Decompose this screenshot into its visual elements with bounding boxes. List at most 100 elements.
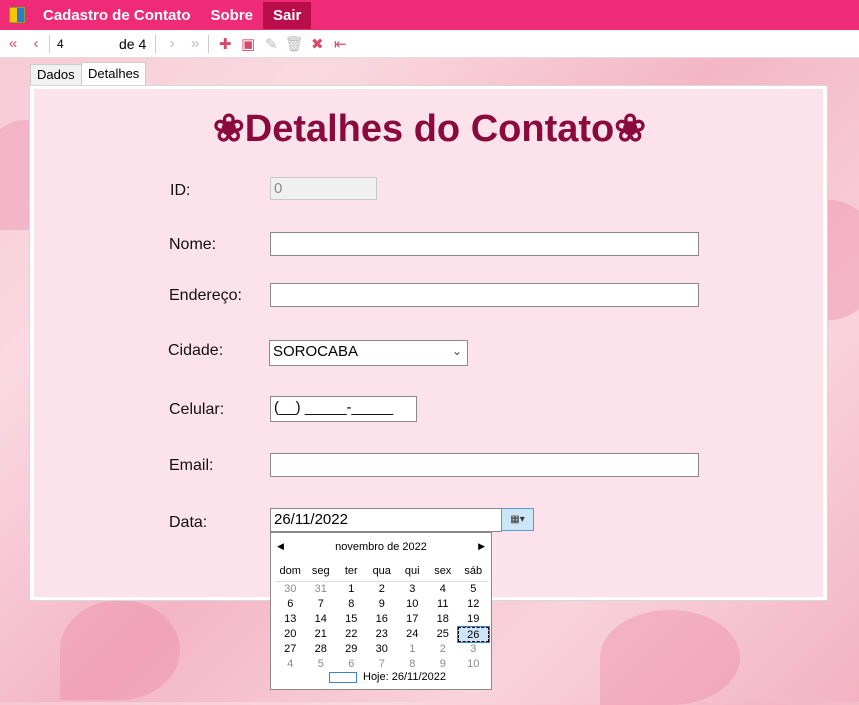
calendar-day[interactable]: 7 — [306, 597, 337, 612]
menu-cadastro-contato[interactable]: Cadastro de Contato — [33, 2, 201, 29]
calendar-day[interactable]: 26 — [457, 626, 490, 643]
next-month-icon[interactable]: ▶ — [478, 541, 485, 552]
calendar-day[interactable]: 8 — [336, 597, 367, 612]
calendar-day[interactable]: 3 — [397, 582, 428, 597]
calendar-day[interactable]: 25 — [428, 627, 459, 642]
calendar-day[interactable]: 4 — [428, 582, 459, 597]
toolbar-separator — [208, 34, 210, 53]
exit-icon[interactable]: ⇤ — [330, 34, 350, 54]
calendar-day[interactable]: 6 — [275, 597, 306, 612]
calendar-day[interactable]: 2 — [367, 582, 398, 597]
calendar-day[interactable]: 16 — [367, 612, 398, 627]
calendar-week: 20 21 22 23 24 25 26 — [275, 626, 490, 643]
position-input[interactable] — [53, 35, 119, 52]
calendar-month-title[interactable]: novembro de 2022 — [271, 541, 491, 553]
calendar-day[interactable]: 27 — [275, 642, 306, 657]
background-flower — [600, 610, 740, 705]
id-field[interactable] — [270, 177, 377, 200]
calendar-day[interactable]: 5 — [458, 582, 489, 597]
calendar-day[interactable]: 4 — [275, 657, 306, 672]
tab-dados[interactable]: Dados — [30, 64, 82, 85]
calendar-day[interactable]: 1 — [336, 582, 367, 597]
page-title: ❀Detalhes do Contato❀ — [212, 108, 647, 150]
calendar-day[interactable]: 30 — [367, 642, 398, 657]
tab-detalhes[interactable]: Detalhes — [81, 62, 147, 85]
email-field[interactable] — [270, 453, 699, 477]
email-label: Email: — [169, 457, 214, 474]
calendar-week: 30 31 1 2 3 4 5 — [275, 582, 489, 597]
calendar-day[interactable]: 22 — [336, 627, 367, 642]
data-label: Data: — [169, 514, 208, 531]
nome-field[interactable] — [270, 232, 699, 256]
endereco-label: Endereço: — [169, 287, 242, 304]
calendar-week: 27 28 29 30 1 2 3 — [275, 642, 489, 657]
delete-icon[interactable]: 🗑 — [284, 34, 304, 54]
calendar-day[interactable]: 11 — [428, 597, 459, 612]
nome-label: Nome: — [169, 236, 217, 253]
calendar-day[interactable]: 10 — [397, 597, 428, 612]
weekday: sex — [434, 565, 452, 577]
toolbar-separator — [155, 34, 157, 53]
calendar-day[interactable]: 10 — [458, 657, 489, 672]
add-new-icon[interactable]: ✚ — [215, 34, 235, 54]
calendar-day[interactable]: 18 — [428, 612, 459, 627]
calendar-day[interactable]: 13 — [275, 612, 306, 627]
today-label: Hoje: 26/11/2022 — [363, 671, 446, 683]
calendar-day[interactable]: 29 — [336, 642, 367, 657]
count-label: de 4 — [119, 35, 147, 52]
calendar-day[interactable]: 1 — [397, 642, 428, 657]
move-last-icon[interactable]: » — [185, 34, 205, 54]
toolbar-separator — [49, 34, 50, 53]
calendar-day[interactable]: 12 — [458, 597, 489, 612]
calendar-day[interactable]: 2 — [428, 642, 459, 657]
calendar-week: 4 5 6 7 8 9 10 — [275, 657, 489, 672]
move-first-icon[interactable]: « — [3, 34, 23, 54]
cancel-icon[interactable]: ✖ — [307, 34, 327, 54]
save-icon[interactable]: ▣ — [238, 34, 258, 54]
calendar-day[interactable]: 31 — [306, 582, 337, 597]
weekday: seg — [311, 565, 330, 577]
calendar-day[interactable]: 28 — [306, 642, 337, 657]
calendar-day[interactable]: 19 — [458, 612, 489, 627]
calendar-day[interactable]: 15 — [336, 612, 367, 627]
calendar-day[interactable]: 24 — [397, 627, 428, 642]
weekday: qui — [404, 565, 420, 577]
calendar-day[interactable]: 9 — [428, 657, 459, 672]
calendar-day[interactable]: 14 — [306, 612, 337, 627]
calendar-icon: ▦▾ — [510, 514, 525, 525]
calendar-weekdays: dom seg ter qua qui sex sáb — [275, 565, 489, 577]
menu-sair[interactable]: Sair — [263, 1, 312, 29]
weekday: dom — [279, 565, 301, 577]
calendar-day[interactable]: 30 — [275, 582, 306, 597]
calendar-today[interactable]: Hoje: 26/11/2022 — [329, 671, 446, 683]
calendar-dropdown: ◀ novembro de 2022 ▶ dom seg ter qua qui… — [270, 532, 492, 690]
celular-field[interactable]: (__) _____-_____ — [270, 396, 417, 422]
app-icon — [9, 7, 25, 23]
background-flower — [60, 600, 180, 700]
move-next-icon[interactable]: › — [162, 34, 182, 54]
calendar-dropdown-button[interactable]: ▦▾ — [501, 508, 534, 531]
cidade-select[interactable]: SOROCABA ⌄ — [269, 340, 468, 366]
calendar-day[interactable]: 6 — [336, 657, 367, 672]
endereco-field[interactable] — [270, 283, 699, 307]
date-picker-field[interactable]: 26/11/2022 — [270, 508, 502, 532]
calendar-day[interactable]: 5 — [306, 657, 337, 672]
calendar-day[interactable]: 7 — [367, 657, 398, 672]
menu-sobre[interactable]: Sobre — [201, 2, 264, 29]
calendar-week: 13 14 15 16 17 18 19 — [275, 612, 489, 627]
calendar-day[interactable]: 3 — [458, 642, 489, 657]
calendar-day[interactable]: 17 — [397, 612, 428, 627]
celular-label: Celular: — [169, 401, 225, 418]
edit-icon[interactable]: ✎ — [261, 34, 281, 54]
calendar-day[interactable]: 20 — [275, 627, 306, 642]
id-label: ID: — [170, 182, 191, 199]
today-marker — [329, 671, 357, 683]
cidade-value: SOROCABA — [273, 343, 359, 360]
weekday: ter — [344, 565, 358, 577]
calendar-day[interactable]: 9 — [367, 597, 398, 612]
calendar-day[interactable]: 23 — [367, 627, 398, 642]
weekday: sáb — [464, 565, 483, 577]
move-previous-icon[interactable]: ‹ — [26, 34, 46, 54]
calendar-day[interactable]: 21 — [306, 627, 337, 642]
calendar-day[interactable]: 8 — [397, 657, 428, 672]
